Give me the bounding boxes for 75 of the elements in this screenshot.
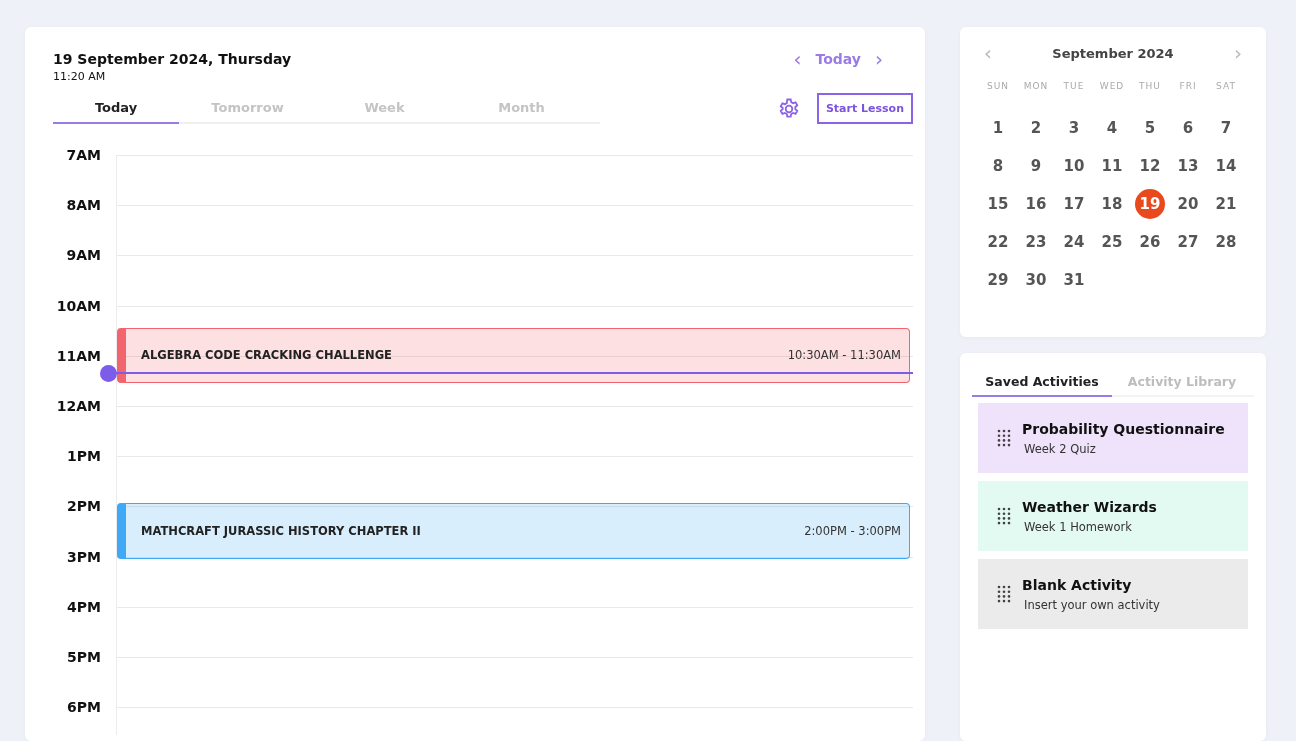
calendar-day[interactable]: 29 — [983, 265, 1013, 295]
calendar-day[interactable]: 21 — [1211, 189, 1241, 219]
calendar-day[interactable]: 2 — [1021, 113, 1051, 143]
hour-label: 7AM — [66, 146, 101, 164]
activity-card[interactable]: Probability Questionnaire Week 2 Quiz — [978, 403, 1248, 473]
month-title: September 2024 — [1052, 45, 1174, 61]
calendar-day[interactable]: 3 — [1059, 113, 1089, 143]
hour-label: 2PM — [67, 497, 101, 516]
weekday-label: WED — [1098, 81, 1126, 91]
calendar-day[interactable]: 17 — [1059, 189, 1089, 219]
weekday-label: TUE — [1062, 81, 1086, 91]
calendar-day[interactable]: 5 — [1135, 113, 1165, 143]
calendar-day[interactable]: 24 — [1059, 227, 1089, 257]
hour-label: 11AM — [56, 346, 101, 365]
calendar-day[interactable]: 9 — [1021, 151, 1051, 181]
event-block[interactable]: ALGEBRA CODE CRACKING CHALLENGE 10:30AM - 11:30AM — [117, 327, 910, 383]
weekday-label: SUN — [985, 81, 1010, 91]
calendar-day[interactable]: 22 — [983, 227, 1013, 257]
activity-subtitle: Insert your own activity — [1024, 597, 1160, 612]
calendar-day[interactable]: 12 — [1135, 151, 1165, 181]
event-time: 2:00PM - 3:00PM — [804, 524, 901, 538]
calendar-day[interactable]: 1 — [983, 113, 1013, 143]
calendar-day[interactable]: 16 — [1021, 189, 1051, 219]
event-title: MATHCRAFT JURASSIC HISTORY CHAPTER II — [141, 524, 421, 538]
hour-label: 6PM — [67, 698, 101, 717]
hour-label: 10AM — [56, 296, 101, 315]
hour-label: 3PM — [67, 547, 101, 566]
event-title: ALGEBRA CODE CRACKING CHALLENGE — [141, 348, 392, 363]
weekday-label: THU — [1138, 81, 1162, 91]
calendar-day[interactable]: 10 — [1059, 151, 1089, 181]
calendar-day[interactable]: 27 — [1173, 227, 1203, 257]
view-tab[interactable]: Today — [53, 93, 179, 124]
calendar-day[interactable]: 31 — [1059, 265, 1089, 295]
weekday-label: FRI — [1178, 81, 1198, 91]
calendar-day[interactable]: 4 — [1097, 113, 1127, 143]
drag-handle-icon[interactable] — [997, 507, 1011, 525]
drag-handle-icon[interactable] — [997, 429, 1011, 447]
calendar-day[interactable]: 23 — [1021, 227, 1051, 257]
activity-subtitle: Week 1 Homework — [1024, 519, 1133, 534]
calendar-day[interactable]: 6 — [1173, 113, 1203, 143]
drag-handle-icon[interactable] — [997, 585, 1011, 603]
calendar-day[interactable]: 18 — [1097, 189, 1127, 219]
activity-tab[interactable]: Saved Activities — [972, 367, 1112, 397]
calendar-day[interactable]: 28 — [1211, 227, 1241, 257]
activity-card[interactable]: Blank Activity Insert your own activity — [978, 559, 1248, 629]
calendar-day[interactable]: 19 — [1135, 189, 1165, 219]
event-block[interactable]: MATHCRAFT JURASSIC HISTORY CHAPTER II 2:00PM - 3:00PM — [117, 503, 910, 559]
calendar-day[interactable]: 26 — [1135, 227, 1165, 257]
hour-label: 9AM — [66, 246, 101, 265]
date-title: 19 September 2024, Thursday — [53, 51, 292, 67]
activity-title: Weather Wizards — [1022, 498, 1157, 515]
calendar-day[interactable]: 25 — [1097, 227, 1127, 257]
activity-title: Probability Questionnaire — [1022, 420, 1225, 437]
activity-title: Blank Activity — [1022, 576, 1133, 593]
weekday-label: SAT — [1215, 81, 1237, 91]
hour-label: 5PM — [67, 647, 101, 666]
hour-label: 12AM — [56, 396, 101, 415]
calendar-day[interactable]: 30 — [1021, 265, 1051, 295]
current-time-dot — [100, 364, 117, 382]
calendar-day[interactable]: 13 — [1173, 151, 1203, 181]
hour-label: 8AM — [66, 196, 101, 215]
calendar-day[interactable]: 20 — [1173, 189, 1203, 219]
calendar-day[interactable]: 7 — [1211, 113, 1241, 143]
weekday-label: MON — [1022, 81, 1050, 91]
calendar-day[interactable]: 11 — [1097, 151, 1127, 181]
current-time: 11:20 AM — [53, 70, 107, 83]
activity-subtitle: Week 2 Quiz — [1024, 441, 1097, 456]
hour-label: 4PM — [67, 597, 101, 616]
calendar-day[interactable]: 8 — [983, 151, 1013, 181]
event-time: 10:30AM - 11:30AM — [787, 348, 901, 363]
calendar-day[interactable]: 14 — [1211, 151, 1241, 181]
hour-label: 1PM — [67, 447, 101, 466]
activity-card[interactable]: Weather Wizards Week 1 Homework — [978, 481, 1248, 551]
calendar-day[interactable]: 15 — [983, 189, 1013, 219]
start-lesson-button[interactable]: Start Lesson — [816, 93, 913, 124]
